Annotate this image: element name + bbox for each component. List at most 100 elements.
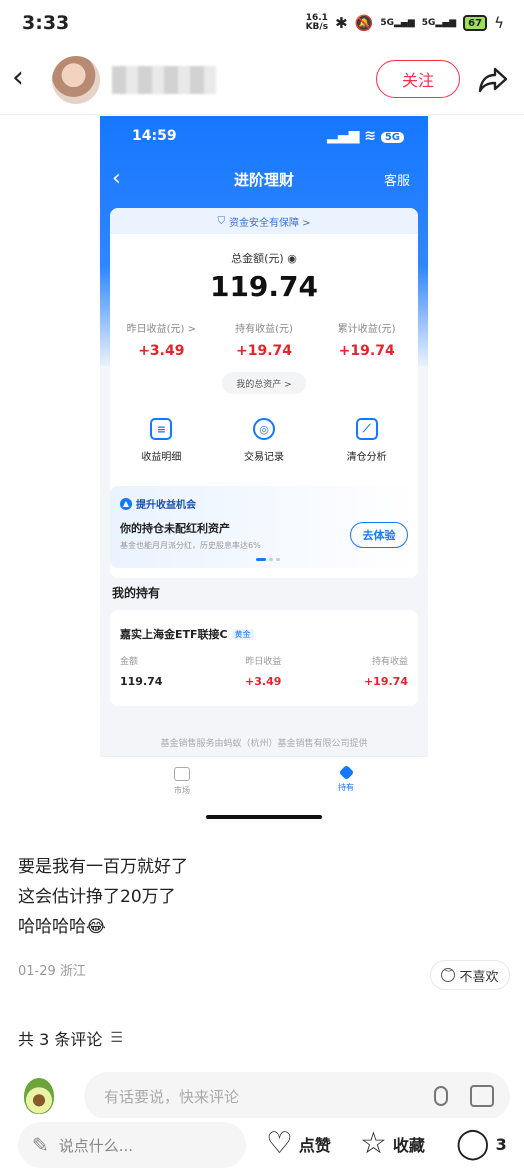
total-label-text: 总金额(元) — [231, 252, 284, 265]
tool-label: 交易记录 — [244, 452, 284, 463]
bluetooth-icon: ✱ — [335, 14, 348, 32]
fund-yesterday: 昨日收益 +3.49 — [245, 654, 281, 688]
list-icon: ≡ — [150, 418, 173, 440]
dislike-button[interactable]: ︶ 不喜欢 — [430, 960, 510, 990]
signal-5g-1: 5G▂▄▆ — [380, 18, 415, 28]
tool-income-detail: ≡ 收益明细 — [110, 418, 213, 463]
eye-icon: ◉ — [287, 252, 297, 265]
home-indicator — [206, 815, 322, 819]
promo-title: 你的持仓未配红利资产 — [120, 522, 230, 535]
fund-holding-value: +19.74 — [363, 675, 408, 688]
fund-yesterday-label: 昨日收益 — [245, 657, 282, 667]
signal-5g-2: 5G▂▄▆ — [421, 18, 457, 28]
fund-amount: 金额 119.74 — [120, 654, 162, 688]
status-bar: 3:33 16.1 KB/s ✱ 🔕 5G▂▄▆ 5G▂▄▆ 67 ϟ — [0, 0, 524, 46]
stat-value: +19.74 — [338, 343, 395, 359]
comment-bubble-icon: ◯ — [456, 1126, 490, 1161]
total-label: 总金额(元) ◉ — [110, 250, 418, 266]
promo-tag: ▲ 提升收益机会 — [120, 496, 196, 511]
screenshot-service: 客服 — [383, 174, 410, 189]
fund-card: 嘉实上海金ETF联接C 黄金 金额 119.74 昨日收益 +3.49 持有收益 … — [110, 610, 418, 706]
stat-holding: 持有收益(元) +19.74 — [213, 320, 316, 359]
author-name-blurred[interactable] — [112, 66, 216, 94]
screenshot-status-icons: ▂▄▆ ≋ 5G — [327, 128, 404, 144]
comment-input[interactable]: 有话要说，快来评论 — [84, 1072, 510, 1120]
safety-banner-label: 资金安全有保障 > — [228, 217, 311, 229]
tool-label: 收益明细 — [141, 452, 182, 463]
fund-holding: 持有收益 +19.74 — [364, 654, 408, 688]
post-date-location: 01-29 浙江 — [18, 964, 86, 979]
market-icon — [174, 767, 190, 781]
charging-icon: ϟ — [494, 14, 504, 32]
collect-button[interactable]: ☆ 收藏 — [360, 1128, 425, 1160]
tool-label: 清仓分析 — [346, 452, 387, 463]
stat-value: +3.49 — [138, 343, 185, 359]
status-icons: 16.1 KB/s ✱ 🔕 5G▂▄▆ 5G▂▄▆ 67 ϟ — [306, 14, 504, 33]
post-body: 要是我有一百万就好了 这会估计挣了20万了 哈哈哈哈😂 — [18, 852, 188, 942]
stat-label: 累计收益(元) — [337, 324, 396, 335]
comment-button[interactable]: ◯ 3 — [456, 1128, 507, 1160]
total-amount: 119.74 — [209, 270, 319, 303]
comment-count: 共 3 条评论 ☰ — [18, 1026, 123, 1050]
screenshot-tabbar: 市场 持有 — [100, 756, 428, 826]
share-icon[interactable] — [476, 62, 510, 96]
follow-button[interactable]: 关注 — [376, 60, 460, 98]
fund-name: 嘉实上海金ETF联接C 黄金 — [120, 626, 254, 642]
tab-label: 持有 — [338, 783, 354, 792]
promo-card: ▲ 提升收益机会 你的持仓未配红利资产 基金也能月月派分红，历史股息率达6% 去体… — [110, 486, 418, 568]
signal-label-1: 5G — [380, 18, 394, 28]
post-header: ‹ 关注 — [0, 46, 524, 114]
network-speed: 16.1 KB/s — [306, 14, 328, 32]
chart-icon: ⟋ — [355, 418, 378, 440]
tab-label: 市场 — [174, 786, 190, 795]
sort-icon[interactable]: ☰ — [110, 1030, 123, 1046]
network-speed-unit: KB/s — [305, 22, 329, 32]
sad-face-icon: ︶ — [441, 968, 456, 982]
stat-label: 昨日收益(元) > — [126, 324, 197, 335]
fund-amount-value: 119.74 — [120, 675, 163, 688]
tools-row: ≡ 收益明细 ◎ 交易记录 ⟋ 清仓分析 — [110, 418, 418, 463]
my-avatar — [24, 1078, 54, 1114]
carousel-dots — [256, 558, 280, 561]
image-icon[interactable] — [470, 1085, 494, 1107]
status-time: 3:33 — [22, 12, 70, 34]
signal-label-2: 5G — [421, 18, 436, 28]
tool-trade-record: ◎ 交易记录 — [213, 418, 316, 463]
try-button: 去体验 — [350, 522, 408, 548]
post-line: 哈哈哈哈😂 — [18, 917, 106, 937]
screenshot-status-bar: 14:59 ▂▄▆ ≋ 5G — [100, 128, 428, 144]
comment-count-label: 共 3 条评论 — [18, 1030, 103, 1049]
screenshot-title: 进阶理财 — [233, 171, 294, 189]
like-button[interactable]: ♡ 点赞 — [266, 1128, 331, 1160]
pen-icon: ✎ — [32, 1133, 49, 1157]
collect-label: 收藏 — [392, 1136, 425, 1155]
shield-icon: ⛉ — [217, 215, 225, 227]
tab-holding: 持有 — [316, 764, 376, 793]
stats-row: 昨日收益(元) > +3.49 持有收益(元) +19.74 累计收益(元) +… — [110, 320, 418, 359]
fund-values-row: 金额 119.74 昨日收益 +3.49 持有收益 +19.74 — [120, 654, 408, 688]
stat-yesterday: 昨日收益(元) > +3.49 — [110, 320, 213, 359]
provider-note: 基金销售服务由蚂蚁（杭州）基金销售有限公司提供 — [160, 739, 368, 749]
comment-input-row: 有话要说，快来评论 — [0, 1070, 524, 1122]
mute-bell-icon: 🔕 — [354, 14, 374, 32]
post-line: 这会估计挣了20万了 — [18, 887, 176, 907]
comment-input-placeholder: 有话要说，快来评论 — [104, 1087, 240, 1106]
tool-clearance-analysis: ⟋ 清仓分析 — [315, 418, 418, 463]
bottom-bar: ✎ 说点什么... ♡ 点赞 ☆ 收藏 ◯ 3 — [0, 1118, 524, 1174]
screenshot-navbar: ‹ 进阶理财 客服 — [100, 166, 428, 194]
post-line: 要是我有一百万就好了 — [18, 857, 188, 877]
fund-yesterday-value: +3.49 — [245, 675, 282, 688]
promo-tag-label: 提升收益机会 — [136, 500, 196, 511]
total-assets-button: 我的总资产 > — [222, 372, 306, 394]
fund-name-text: 嘉实上海金ETF联接C — [120, 628, 228, 641]
stat-value: +19.74 — [236, 343, 293, 359]
back-button[interactable]: ‹ — [12, 60, 40, 96]
mic-icon[interactable] — [434, 1086, 448, 1106]
screenshot-time: 14:59 — [132, 128, 177, 144]
heart-icon: ♡ — [266, 1126, 293, 1161]
say-something-input[interactable]: ✎ 说点什么... — [18, 1122, 246, 1168]
author-avatar[interactable] — [52, 56, 100, 104]
fund-holding-label: 持有收益 — [371, 657, 408, 667]
promo-subtitle: 基金也能月月派分红，历史股息率达6% — [120, 541, 261, 550]
post-image[interactable]: 14:59 ▂▄▆ ≋ 5G ‹ 进阶理财 客服 ⛉ 资金安全有保障 > 总金额… — [100, 116, 428, 826]
